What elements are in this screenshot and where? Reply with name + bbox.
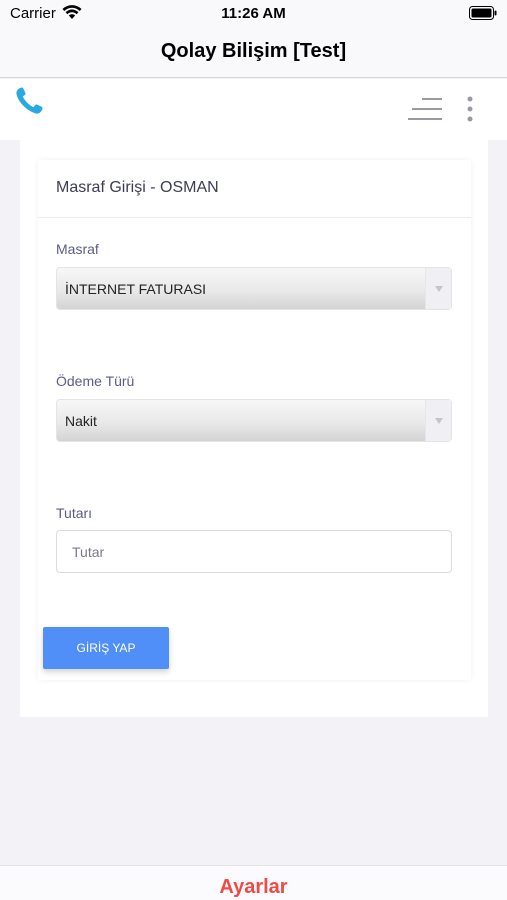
form-title: Masraf Girişi - OSMAN	[56, 179, 219, 196]
app-header	[0, 79, 507, 140]
amount-input[interactable]	[56, 530, 452, 573]
expense-select-value: İNTERNET FATURASI	[65, 281, 207, 297]
payment-type-select-value: Nakit	[65, 413, 97, 429]
nav-title: Qolay Bilişim [Test]	[160, 40, 347, 62]
expense-select-arrow[interactable]	[425, 268, 451, 309]
payment-type-select-arrow[interactable]	[425, 400, 451, 441]
submit-button[interactable]: GİRİŞ YAP	[43, 627, 169, 669]
card-header: Masraf Girişi - OSMAN	[38, 160, 471, 218]
tab-settings[interactable]: Ayarlar	[0, 876, 507, 899]
nav-bar: Qolay Bilişim [Test]	[0, 28, 507, 78]
chevron-down-icon	[434, 417, 443, 424]
chevron-down-icon	[434, 285, 443, 292]
status-time: 11:26 AM	[221, 5, 286, 22]
tab-bar: Ayarlar	[0, 865, 507, 900]
expense-form-card: Masraf Girişi - OSMAN Masraf İNTERNET FA…	[38, 160, 471, 680]
phone-icon[interactable]	[13, 85, 45, 117]
amount-label: Tutarı	[56, 505, 93, 521]
more-vertical-icon[interactable]	[465, 96, 475, 122]
payment-type-label: Ödeme Türü	[56, 373, 135, 389]
status-bar: Carrier 11:26 AM	[0, 0, 507, 28]
expense-select[interactable]: İNTERNET FATURASI	[56, 267, 452, 310]
battery-icon	[469, 6, 497, 20]
payment-type-select[interactable]: Nakit	[56, 399, 452, 442]
expense-label: Masraf	[56, 241, 99, 257]
menu-icon[interactable]	[408, 96, 442, 122]
